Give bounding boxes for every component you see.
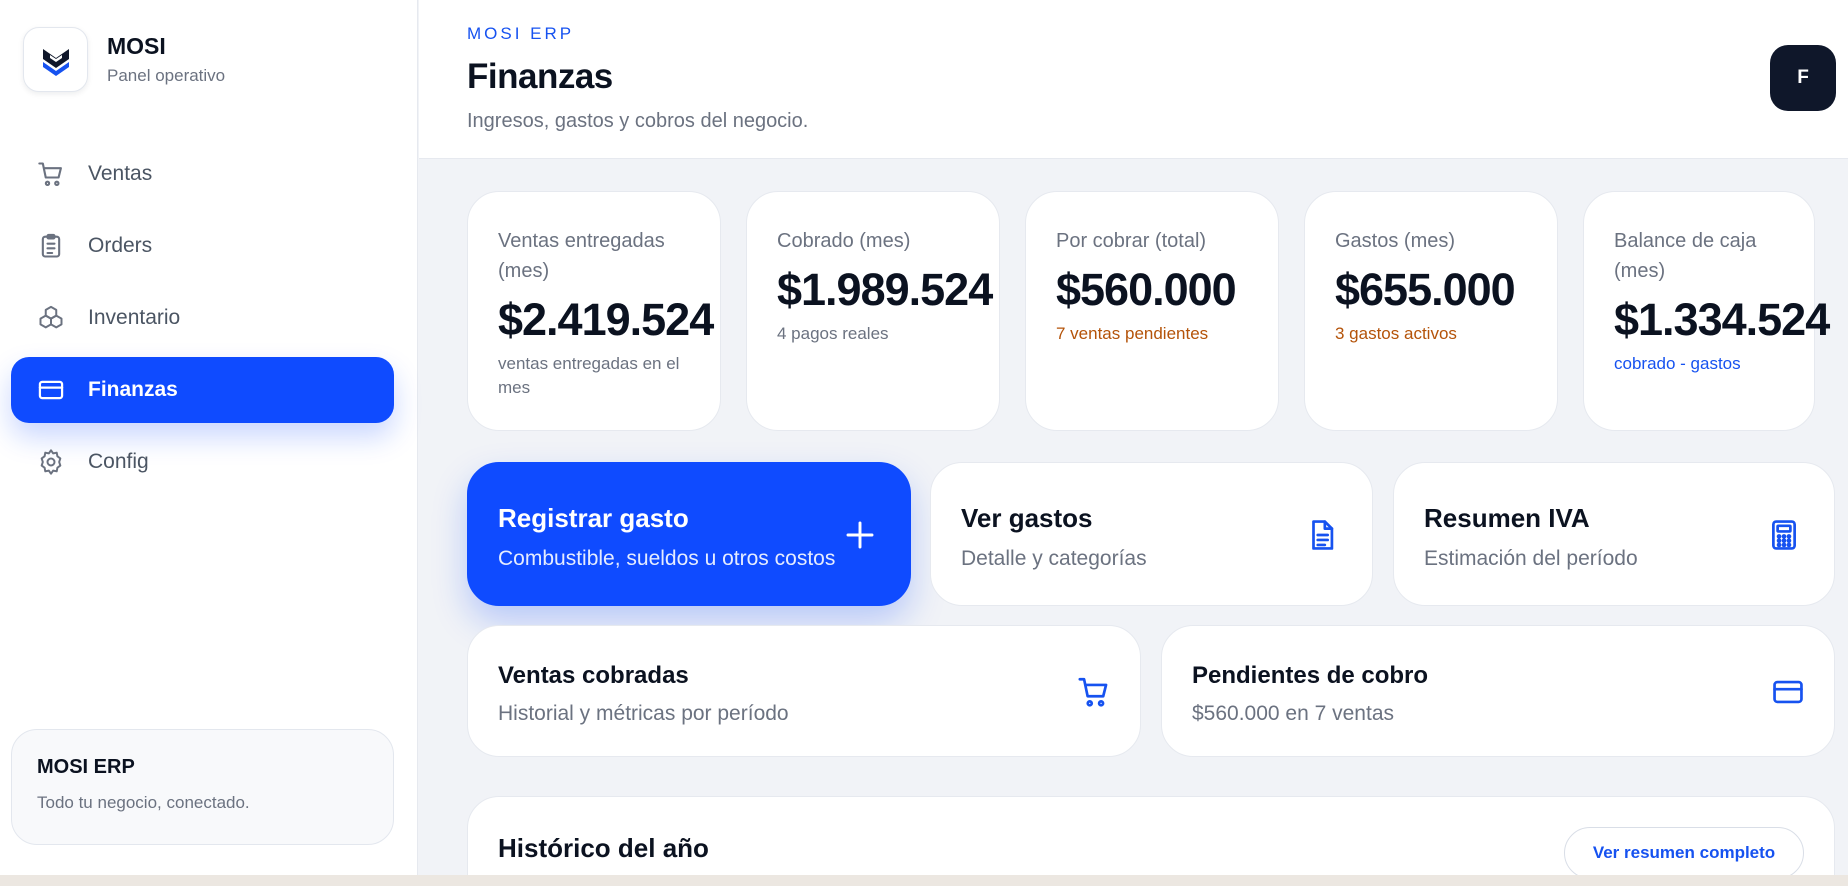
cart-icon [1074,672,1114,712]
sidebar: MOSI Panel operativo Ventas Orders Inven… [0,0,418,875]
view-expenses-card[interactable]: Ver gastos Detalle y categorías [930,462,1373,606]
stat-card-por-cobrar: Por cobrar (total) $560.000 7 ventas pen… [1025,191,1279,431]
stat-card-ventas-entregadas: Ventas entregadas (mes) $2.419.524 venta… [467,191,721,431]
credit-card-icon [36,375,66,405]
stat-value: $1.989.524 [777,264,993,315]
sidebar-item-finanzas[interactable]: Finanzas [11,357,394,423]
action-title: Pendientes de cobro [1192,662,1429,689]
page-title: Finanzas [467,57,613,96]
stat-card-cobrado: Cobrado (mes) $1.989.524 4 pagos reales [746,191,1000,431]
stat-label: Gastos (mes) [1335,230,1456,252]
stat-label: Por cobrar (total) [1056,230,1207,252]
clipboard-icon [36,231,66,261]
sidebar-item-label: Inventario [88,306,181,329]
brand[interactable]: MOSI Panel operativo [23,27,225,92]
pending-collections-card[interactable]: Pendientes de cobro $560.000 en 7 ventas [1161,625,1835,757]
calculator-icon [1764,515,1804,555]
gear-icon [36,447,66,477]
stat-value: $655.000 [1335,264,1516,315]
view-full-summary-button[interactable]: Ver resumen completo [1564,827,1804,879]
action-title: Resumen IVA [1424,503,1590,533]
stat-label: Cobrado (mes) [777,230,911,252]
sidebar-item-label: Ventas [88,162,153,185]
sidebar-footer-card: MOSI ERP Todo tu negocio, conectado. [11,729,394,845]
window-bottom-edge [0,875,1848,886]
iva-summary-card[interactable]: Resumen IVA Estimación del período [1393,462,1835,606]
history-title: Histórico del año [498,833,709,863]
stat-note: 4 pagos reales [777,324,889,343]
boxes-icon [36,303,66,333]
stat-note: 7 ventas pendientes [1056,324,1209,343]
stat-value: $560.000 [1056,264,1237,315]
action-title: Registrar gasto [498,503,689,533]
stat-card-gastos: Gastos (mes) $655.000 3 gastos activos [1304,191,1558,431]
document-icon [1302,515,1342,555]
stat-note: ventas entregadas en el mes [498,354,680,397]
avatar[interactable]: F [1770,45,1836,111]
sidebar-item-ventas[interactable]: Ventas [11,141,394,207]
stat-card-balance: Balance de caja (mes) $1.334.524 cobrado… [1583,191,1830,431]
credit-card-icon [1768,672,1808,712]
stat-value: $1.334.524 [1614,294,1830,345]
collected-sales-card[interactable]: Ventas cobradas Historial y métricas por… [467,625,1141,757]
action-subtitle: Detalle y categorías [961,547,1147,570]
register-expense-button[interactable]: Registrar gasto Combustible, sueldos u o… [467,462,911,606]
sidebar-nav: Ventas Orders Inventario Finanzas Config [11,141,394,501]
stat-note: 3 gastos activos [1335,324,1457,343]
brand-logo [23,27,88,92]
brand-subtitle: Panel operativo [107,66,226,85]
brand-name: MOSI [107,33,166,59]
sidebar-item-label: Finanzas [88,378,178,401]
mosi-logo-icon [42,48,69,76]
footer-subtitle: Todo tu negocio, conectado. [37,793,250,812]
sidebar-item-label: Orders [88,234,153,257]
action-subtitle: Estimación del período [1424,547,1638,570]
action-subtitle: Combustible, sueldos u otros costos [498,547,836,570]
year-history-card: Histórico del año Ver resumen completo [467,796,1835,886]
stat-value: $2.419.524 [498,294,714,345]
header-eyebrow: MOSI ERP [467,24,575,43]
action-subtitle: $560.000 en 7 ventas [1192,702,1395,725]
page-subtitle: Ingresos, gastos y cobros del negocio. [467,110,809,132]
sidebar-item-inventario[interactable]: Inventario [11,285,394,351]
sidebar-item-config[interactable]: Config [11,429,394,495]
sidebar-item-orders[interactable]: Orders [11,213,394,279]
footer-title: MOSI ERP [37,756,135,778]
sidebar-item-label: Config [88,450,149,473]
plus-icon [840,515,880,555]
action-title: Ventas cobradas [498,662,689,689]
stat-label: Ventas entregadas (mes) [498,230,665,282]
action-title: Ver gastos [961,503,1093,533]
cart-icon [36,159,66,189]
stat-label: Balance de caja (mes) [1614,230,1757,282]
stat-note: cobrado - gastos [1614,354,1741,373]
action-subtitle: Historial y métricas por período [498,702,789,725]
page-header: MOSI ERP Finanzas Ingresos, gastos y cob… [419,0,1848,159]
